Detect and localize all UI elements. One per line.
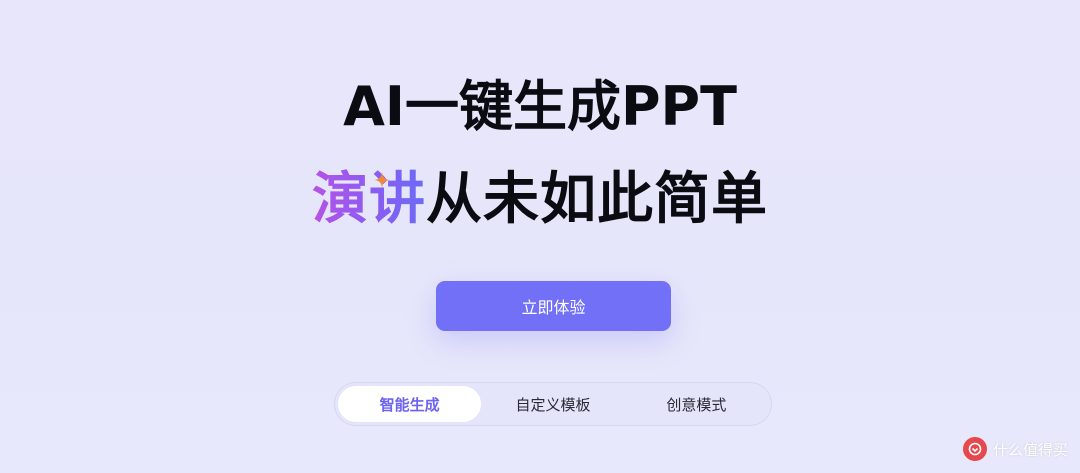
watermark: 什么值得买 <box>962 437 1068 461</box>
mode-tabs: 智能生成 自定义模板 创意模式 <box>334 382 772 426</box>
hero-title-line-2: 演讲从未如此简单 <box>0 172 1080 228</box>
tab-custom-template[interactable]: 自定义模板 <box>481 386 624 422</box>
tab-creative-mode[interactable]: 创意模式 <box>625 386 768 422</box>
watermark-text: 什么值得买 <box>992 440 1068 459</box>
sparkle-icon <box>374 172 390 188</box>
smzdm-logo-icon <box>962 437 987 461</box>
hero-title-highlight: 演讲 <box>312 167 426 232</box>
tab-smart-generate[interactable]: 智能生成 <box>338 386 482 422</box>
hero-title-line-1: AI一键生成PPT <box>343 75 737 138</box>
try-now-button[interactable]: 立即体验 <box>436 281 671 331</box>
hero-title-rest: 从未如此简单 <box>426 167 768 232</box>
